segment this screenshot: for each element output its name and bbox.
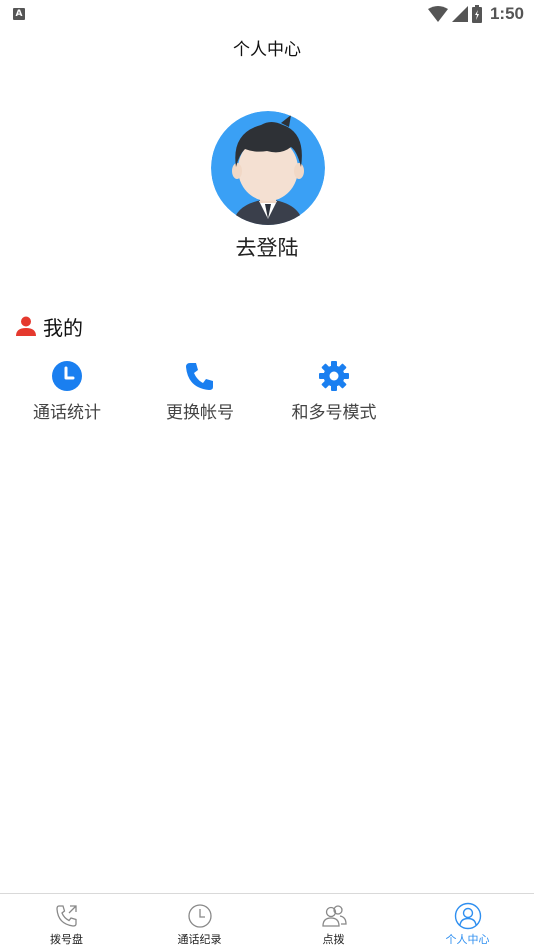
signal-icon — [451, 6, 468, 22]
person-icon — [16, 316, 36, 336]
battery-icon — [471, 5, 482, 23]
tab-label: 拨号盘 — [50, 933, 83, 946]
contacts-icon — [321, 905, 347, 927]
notification-a-icon: A — [13, 8, 25, 20]
tab-profile[interactable]: 个人中心 — [401, 894, 534, 950]
menu-item-label: 更换帐号 — [166, 403, 234, 423]
clock-icon — [52, 361, 82, 391]
status-icons: 1:50 — [427, 4, 524, 24]
avatar[interactable] — [211, 111, 325, 225]
section-header: 我的 — [15, 312, 83, 340]
dialpad-phone-icon — [55, 905, 77, 927]
bottom-tab-bar: 拨号盘 通话纪录 点拨 个人中心 — [0, 893, 534, 950]
profile-icon — [454, 902, 481, 930]
page-title: 个人中心 — [233, 40, 301, 60]
menu-item-label: 和多号模式 — [291, 403, 377, 423]
section-title: 我的 — [43, 315, 83, 340]
menu-item-label: 通话统计 — [33, 403, 101, 423]
clock-time: 1:50 — [489, 4, 524, 23]
history-clock-icon — [187, 904, 212, 928]
gear-icon — [319, 361, 349, 391]
tab-label: 点拨 — [322, 933, 345, 946]
avatar-icon — [211, 111, 325, 225]
phone-icon — [186, 363, 213, 390]
tab-contacts[interactable]: 点拨 — [267, 894, 400, 950]
menu-item-call-stats[interactable]: 通话统计 — [0, 358, 134, 424]
login-link[interactable]: 去登陆 — [0, 232, 534, 262]
tab-dialpad[interactable]: 拨号盘 — [0, 894, 133, 950]
tab-label: 通话纪录 — [177, 933, 222, 946]
menu-item-switch-account[interactable]: 更换帐号 — [133, 358, 267, 424]
status-bar: A 1:50 — [0, 0, 534, 28]
tab-call-history[interactable]: 通话纪录 — [133, 894, 266, 950]
tab-label: 个人中心 — [445, 933, 490, 946]
header: 个人中心 — [0, 30, 534, 70]
menu-item-multi-number-mode[interactable]: 和多号模式 — [267, 358, 401, 424]
wifi-icon — [427, 6, 448, 22]
